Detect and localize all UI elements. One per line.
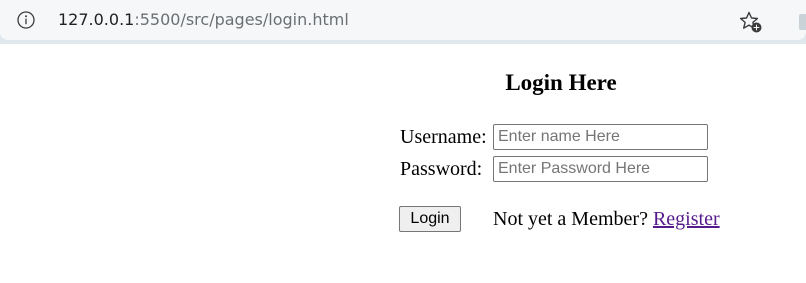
info-icon[interactable] — [17, 11, 35, 29]
address-bar[interactable]: 127.0.0.1:5500/src/pages/login.html — [0, 0, 806, 40]
register-link[interactable]: Register — [653, 208, 720, 230]
add-favorite-icon[interactable] — [739, 10, 763, 34]
password-input[interactable] — [493, 156, 708, 182]
toolbar-edge — [799, 14, 806, 30]
username-input[interactable] — [493, 124, 708, 150]
page-title: Login Here — [505, 70, 617, 95]
login-button[interactable]: Login — [399, 206, 461, 232]
url-path: :5500/src/pages/login.html — [134, 10, 349, 29]
url-text[interactable]: 127.0.0.1:5500/src/pages/login.html — [58, 10, 349, 30]
browser-toolbar: 127.0.0.1:5500/src/pages/login.html — [0, 0, 806, 44]
member-prompt-text: Not yet a Member? — [493, 208, 648, 230]
register-prompt: Not yet a Member? Register — [493, 207, 720, 231]
username-label: Username: — [400, 126, 487, 148]
url-host: 127.0.0.1 — [58, 10, 135, 29]
page-content: Login Here Username: Password: Login Not… — [0, 44, 806, 283]
password-label: Password: — [400, 158, 483, 180]
